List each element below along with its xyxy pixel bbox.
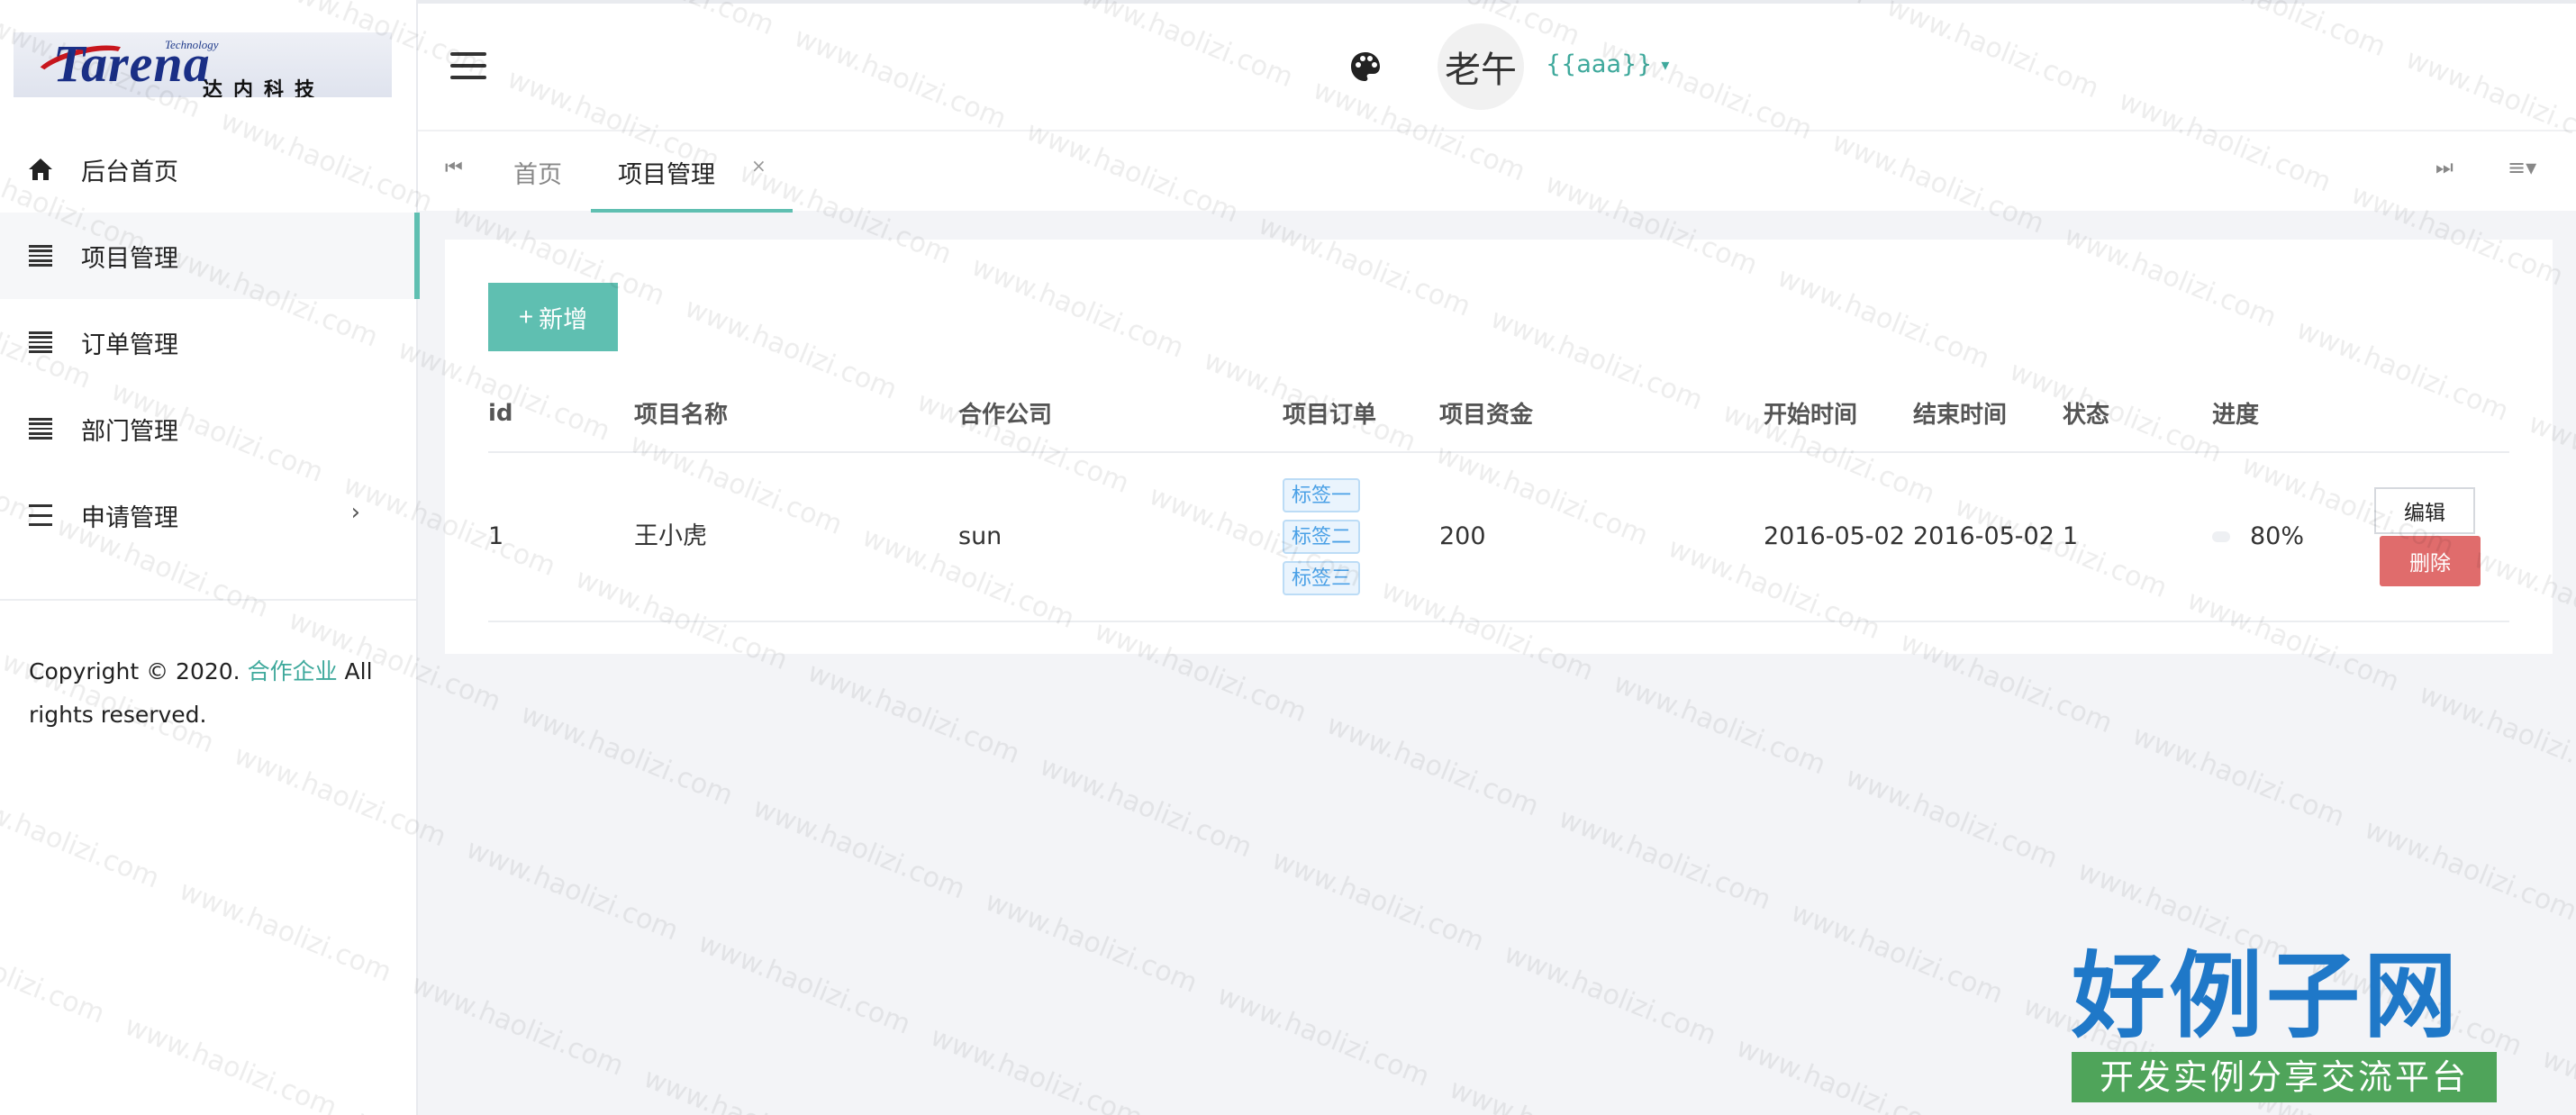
partner-link[interactable]: 合作企业 [248, 658, 338, 684]
sidebar-item-applications[interactable]: 申请管理 › [0, 472, 418, 558]
tab-label: 首页 [513, 160, 562, 189]
top-header: 老午 {{aaa}} ▾ [418, 0, 2576, 130]
logo-chinese-name: 达内科技 [203, 79, 326, 97]
cell-actions: 编辑 删除 [2374, 452, 2509, 622]
cell-id: 1 [488, 452, 634, 622]
column-header-actions [2374, 375, 2509, 453]
sidebar-item-label: 部门管理 [81, 417, 178, 446]
table-row[interactable]: 1 王小虎 sun 标签一 标签二 标签三 200 2016-05-02 201… [488, 452, 2509, 622]
cell-start-date: 2016-05-02 [1764, 452, 1913, 622]
close-tab-icon[interactable]: × [751, 155, 766, 177]
cell-company: sun [958, 452, 1283, 622]
column-header-status[interactable]: 状态 [2063, 375, 2212, 453]
list-icon [27, 329, 54, 356]
cell-fund: 200 [1439, 452, 1764, 622]
scroll-tabs-right-icon[interactable]: ⏭ [2435, 157, 2454, 179]
tabs-menu-icon[interactable]: ≡▾ [2508, 155, 2536, 180]
column-header-id[interactable]: id [488, 375, 634, 453]
copyright-text: Copyright © 2020. 合作企业 All rights reserv… [29, 650, 398, 737]
tab-home[interactable]: 首页 [513, 131, 562, 213]
sidebar-menu: 后台首页 项目管理 订单管理 部门管理 申请管理 › [0, 126, 420, 558]
column-header-start[interactable]: 开始时间 [1764, 375, 1913, 453]
order-tag[interactable]: 标签三 [1283, 561, 1361, 595]
project-table: id 项目名称 合作公司 项目订单 项目资金 开始时间 结束时间 状态 进度 1… [488, 375, 2509, 622]
collapse-menu-icon[interactable] [450, 52, 486, 79]
add-project-button[interactable]: + 新增 [488, 283, 618, 351]
row-actions: 编辑 删除 [2374, 487, 2509, 586]
list-icon [27, 242, 54, 269]
avatar-text: 老午 [1445, 50, 1517, 91]
avatar[interactable]: 老午 [1438, 23, 1524, 110]
palette-icon[interactable] [1347, 49, 1383, 85]
tarena-logo[interactable]: Tarena Technology 达内科技 [14, 32, 392, 97]
cell-orders: 标签一 标签二 标签三 [1283, 452, 1439, 622]
haolizi-stamp: 好例子网 开发实例分享交流平台 [2072, 942, 2497, 1102]
list-icon [27, 415, 54, 442]
sidebar: Tarena Technology 达内科技 后台首页 项目管理 订单管理 部门… [0, 0, 420, 1115]
home-icon [27, 156, 54, 183]
order-tag[interactable]: 标签二 [1283, 520, 1361, 554]
sidebar-item-orders[interactable]: 订单管理 [0, 299, 418, 385]
progress-bar: 80% [2212, 516, 2374, 558]
column-header-name[interactable]: 项目名称 [634, 375, 958, 453]
edit-button[interactable]: 编辑 [2374, 487, 2475, 534]
page-tabs-bar: ⏮ 首页 项目管理 × ⏭ ≡▾ [418, 130, 2576, 213]
sidebar-item-dashboard[interactable]: 后台首页 [0, 126, 418, 213]
chevron-right-icon: › [350, 499, 360, 526]
user-dropdown[interactable]: {{aaa}} ▾ [1546, 50, 1669, 78]
tab-label: 项目管理 [618, 160, 715, 189]
logo-tagline: Technology [165, 38, 219, 51]
table-header-row: id 项目名称 合作公司 项目订单 项目资金 开始时间 结束时间 状态 进度 [488, 375, 2509, 453]
menu-icon [27, 502, 54, 529]
scroll-tabs-left-icon[interactable]: ⏮ [445, 157, 463, 179]
project-table-card: + 新增 id 项目名称 合作公司 项目订单 项目资金 开始时间 结束时间 状态 [445, 240, 2553, 654]
sidebar-item-departments[interactable]: 部门管理 [0, 385, 418, 472]
caret-down-icon: ▾ [1661, 56, 1670, 75]
cell-status: 1 [2063, 452, 2212, 622]
username-label: {{aaa}} [1546, 50, 1653, 78]
order-tags: 标签一 标签二 标签三 [1283, 478, 1439, 595]
order-tag[interactable]: 标签一 [1283, 478, 1361, 512]
stamp-subtitle: 开发实例分享交流平台 [2072, 1052, 2497, 1102]
column-header-fund[interactable]: 项目资金 [1439, 375, 1764, 453]
stamp-title: 好例子网 [2072, 941, 2462, 1051]
column-header-company[interactable]: 合作公司 [958, 375, 1283, 453]
sidebar-item-label: 后台首页 [81, 158, 178, 186]
sidebar-item-label: 项目管理 [81, 244, 178, 273]
sidebar-item-label: 订单管理 [81, 331, 178, 359]
column-header-end[interactable]: 结束时间 [1913, 375, 2063, 453]
cell-name: 王小虎 [634, 452, 958, 622]
column-header-progress[interactable]: 进度 [2212, 375, 2374, 453]
column-header-orders[interactable]: 项目订单 [1283, 375, 1439, 453]
progress-text: 80% [2250, 522, 2305, 550]
plus-icon: + [518, 303, 534, 331]
sidebar-divider [0, 599, 416, 601]
admin-app: Tarena Technology 达内科技 后台首页 项目管理 订单管理 部门… [0, 0, 2576, 1115]
copyright-prefix: Copyright © 2020. [29, 658, 240, 684]
cell-end-date: 2016-05-02 [1913, 452, 2063, 622]
progress-track [2212, 531, 2230, 542]
delete-button[interactable]: 删除 [2380, 536, 2481, 586]
sidebar-item-projects[interactable]: 项目管理 [0, 213, 420, 299]
add-button-label: 新增 [539, 305, 588, 333]
sidebar-item-label: 申请管理 [81, 503, 178, 532]
cell-progress: 80% [2212, 452, 2374, 622]
